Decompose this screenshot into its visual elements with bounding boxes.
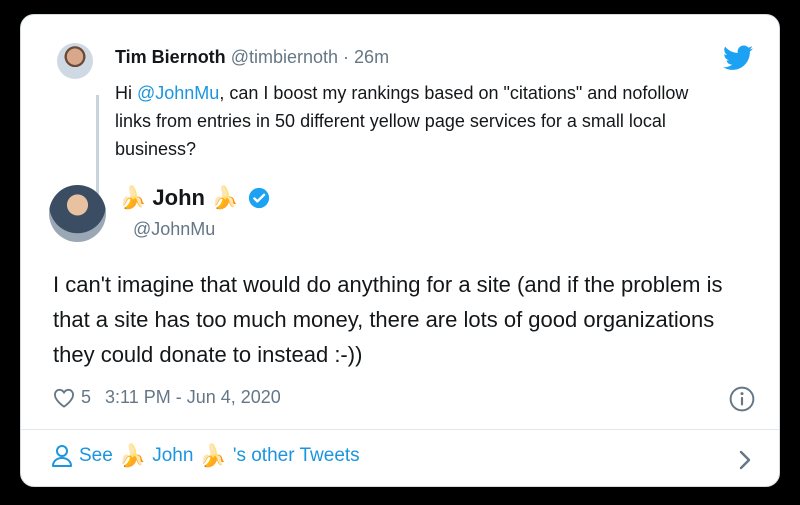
heart-icon[interactable] xyxy=(53,388,75,408)
tweet-meta: 5 3:11 PM - Jun 4, 2020 xyxy=(53,387,281,408)
thread-connector xyxy=(96,95,99,195)
parent-author-name[interactable]: Tim Biernoth xyxy=(115,47,226,67)
parent-avatar[interactable] xyxy=(57,43,93,79)
parent-author-handle[interactable]: @timbiernoth xyxy=(231,47,338,67)
reply-author-handle[interactable]: @JohnMu xyxy=(133,219,215,240)
separator-dot: · xyxy=(343,47,350,67)
banana-emoji-right: 🍌 xyxy=(210,185,239,210)
footer-name: John xyxy=(152,445,194,466)
reply-author-name-row[interactable]: 🍌 John 🍌 xyxy=(119,185,270,211)
see-other-tweets-link[interactable]: See 🍌 John 🍌 's other Tweets xyxy=(51,443,360,469)
footer-banana-right: 🍌 xyxy=(199,443,227,468)
parent-text-prefix: Hi xyxy=(115,83,137,103)
info-icon[interactable] xyxy=(729,386,755,412)
reply-author-name[interactable]: John xyxy=(152,185,205,211)
twitter-bird-icon[interactable] xyxy=(723,45,753,71)
footer-suffix: 's other Tweets xyxy=(232,445,360,466)
person-icon xyxy=(52,445,72,467)
embedded-tweet-card: Tim Biernoth @timbiernoth · 26m Hi @John… xyxy=(20,14,780,487)
mention-link[interactable]: @JohnMu xyxy=(137,83,219,103)
reply-tweet-text: I can't imagine that would do anything f… xyxy=(53,272,723,367)
footer-divider xyxy=(21,429,779,430)
banana-emoji-left: 🍌 xyxy=(119,185,147,210)
verified-badge-icon xyxy=(249,187,270,209)
parent-tweet-header: Tim Biernoth @timbiernoth · 26m xyxy=(115,47,389,68)
like-count[interactable]: 5 xyxy=(81,387,91,408)
footer-banana-left: 🍌 xyxy=(118,443,147,468)
parent-tweet-time[interactable]: 26m xyxy=(354,47,389,67)
chevron-right-icon[interactable] xyxy=(737,449,753,471)
reply-avatar[interactable] xyxy=(49,185,106,242)
footer-see: See xyxy=(79,445,113,466)
tweet-timestamp[interactable]: 3:11 PM - Jun 4, 2020 xyxy=(105,387,281,408)
parent-tweet-text: Hi @JohnMu, can I boost my rankings base… xyxy=(115,79,715,163)
